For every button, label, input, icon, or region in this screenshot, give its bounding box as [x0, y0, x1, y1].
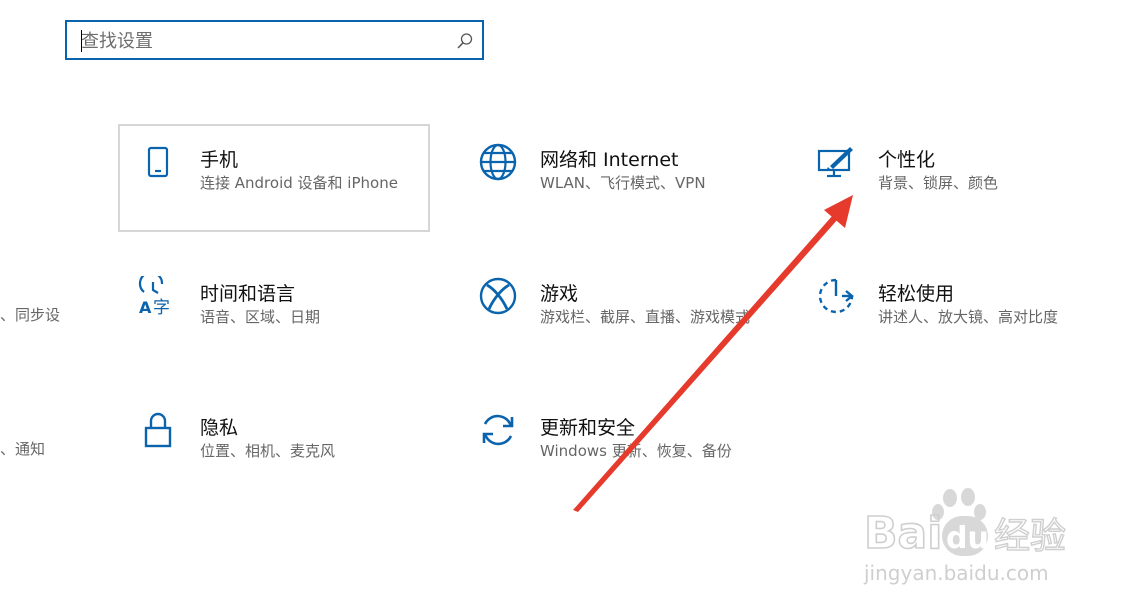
tile-update-security[interactable]: 更新和安全 Windows 更新、恢复、备份	[458, 392, 770, 500]
time-language-icon: A 字	[138, 276, 170, 316]
search-input[interactable]	[79, 26, 443, 56]
baidu-watermark-logo: Bai du 经验 jingyan.baidu.com	[863, 488, 1067, 585]
tile-ease-of-access[interactable]: 轻松使用 讲述人、放大镜、高对比度	[796, 258, 1108, 366]
search-icon[interactable]	[456, 32, 474, 50]
personalization-icon	[817, 147, 853, 178]
svg-text:A: A	[139, 298, 152, 316]
text-caret	[81, 30, 82, 52]
tile-description: Windows 更新、恢复、备份	[540, 442, 732, 460]
tile-title: 时间和语言	[200, 283, 296, 305]
tile-title: 游戏	[540, 283, 579, 305]
tile-network[interactable]: 网络和 Internet WLAN、飞行模式、VPN	[458, 124, 770, 232]
tile-title: 个性化	[878, 149, 936, 171]
tile-phone[interactable]: 手机 连接 Android 设备和 iPhone	[118, 124, 430, 232]
svg-text:Bai: Bai	[864, 508, 942, 559]
tile-privacy[interactable]: 隐私 位置、相机、麦克风	[118, 392, 430, 500]
svg-text:jingyan.baidu.com: jingyan.baidu.com	[863, 561, 1049, 585]
tile-title: 网络和 Internet	[540, 149, 679, 171]
tile-title: 隐私	[200, 417, 239, 439]
phone-icon	[147, 146, 169, 178]
tile-time-language[interactable]: A 字 时间和语言 语音、区域、日期	[118, 258, 430, 366]
tile-title: 手机	[200, 149, 239, 171]
search-box[interactable]	[65, 20, 484, 60]
lock-icon	[144, 412, 172, 448]
tile-description: 游戏栏、截屏、直播、游戏模式	[540, 308, 751, 326]
svg-text:du: du	[946, 521, 989, 556]
tile-description: 语音、区域、日期	[200, 308, 321, 326]
tile-personalization[interactable]: 个性化 背景、锁屏、颜色	[796, 124, 1108, 232]
partial-tile-desc-accounts[interactable]: 、同步设	[0, 304, 60, 325]
svg-text:经验: 经验	[994, 516, 1066, 557]
tile-title: 更新和安全	[540, 417, 636, 439]
tile-description: 讲述人、放大镜、高对比度	[878, 308, 1059, 326]
tile-description: 背景、锁屏、颜色	[878, 174, 999, 192]
ease-of-access-icon	[818, 278, 854, 314]
tile-description: WLAN、飞行模式、VPN	[540, 174, 706, 192]
tile-gaming[interactable]: 游戏 游戏栏、截屏、直播、游戏模式	[458, 258, 770, 366]
tile-description: 连接 Android 设备和 iPhone	[200, 174, 398, 192]
tile-description: 位置、相机、麦克风	[200, 442, 336, 460]
update-icon	[482, 414, 514, 446]
partial-tile-desc-system[interactable]: 、通知	[0, 438, 45, 459]
svg-text:字: 字	[153, 298, 170, 316]
globe-icon	[479, 143, 517, 181]
xbox-icon	[479, 277, 517, 315]
tile-title: 轻松使用	[878, 283, 955, 305]
